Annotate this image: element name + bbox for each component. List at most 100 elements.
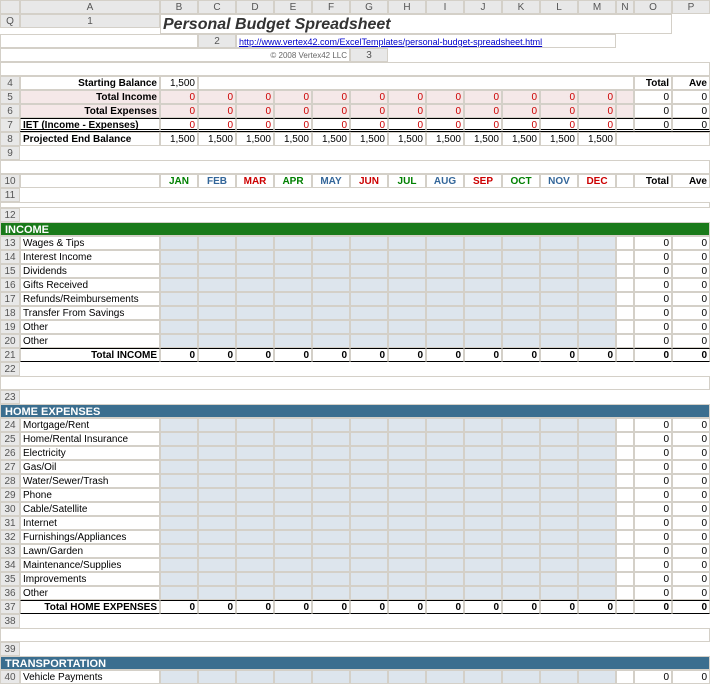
home-cell-4-11[interactable]: [578, 474, 616, 488]
col-header-F[interactable]: F: [312, 0, 350, 14]
home-cell-6-5[interactable]: [350, 502, 388, 516]
home-cell-8-3[interactable]: [274, 530, 312, 544]
income-cell-3-6[interactable]: [388, 278, 426, 292]
col-header-D[interactable]: D: [236, 0, 274, 14]
home-cell-10-11[interactable]: [578, 558, 616, 572]
home-cell-12-6[interactable]: [388, 586, 426, 600]
home-cell-7-2[interactable]: [236, 516, 274, 530]
home-cell-11-2[interactable]: [236, 572, 274, 586]
home-cell-12-1[interactable]: [198, 586, 236, 600]
income-cell-3-7[interactable]: [426, 278, 464, 292]
home-cell-2-5[interactable]: [350, 446, 388, 460]
home-cell-11-3[interactable]: [274, 572, 312, 586]
home-cell-5-5[interactable]: [350, 488, 388, 502]
row-header-16[interactable]: 16: [0, 278, 20, 292]
income-cell-7-7[interactable]: [426, 334, 464, 348]
income-cell-7-5[interactable]: [350, 334, 388, 348]
home-item-6[interactable]: Cable/Satellite: [20, 502, 160, 516]
income-cell-1-9[interactable]: [502, 250, 540, 264]
row-header-38[interactable]: 38: [0, 614, 20, 628]
home-cell-2-0[interactable]: [160, 446, 198, 460]
row-header-32[interactable]: 32: [0, 530, 20, 544]
home-cell-0-9[interactable]: [502, 418, 540, 432]
home-cell-3-4[interactable]: [312, 460, 350, 474]
income-cell-7-1[interactable]: [198, 334, 236, 348]
row-header-39[interactable]: 39: [0, 642, 20, 656]
row-header-12[interactable]: 12: [0, 208, 20, 222]
income-cell-1-1[interactable]: [198, 250, 236, 264]
row-header-14[interactable]: 14: [0, 250, 20, 264]
home-cell-0-6[interactable]: [388, 418, 426, 432]
home-cell-4-1[interactable]: [198, 474, 236, 488]
home-cell-12-11[interactable]: [578, 586, 616, 600]
home-cell-8-4[interactable]: [312, 530, 350, 544]
home-cell-4-3[interactable]: [274, 474, 312, 488]
income-cell-0-10[interactable]: [540, 236, 578, 250]
home-cell-2-6[interactable]: [388, 446, 426, 460]
home-cell-4-8[interactable]: [464, 474, 502, 488]
income-cell-6-2[interactable]: [236, 320, 274, 334]
home-cell-7-3[interactable]: [274, 516, 312, 530]
income-cell-5-3[interactable]: [274, 306, 312, 320]
row-header-21[interactable]: 21: [0, 348, 20, 362]
row-header-19[interactable]: 19: [0, 320, 20, 334]
income-cell-0-5[interactable]: [350, 236, 388, 250]
row-header-30[interactable]: 30: [0, 502, 20, 516]
income-cell-1-5[interactable]: [350, 250, 388, 264]
row-header-10[interactable]: 10: [0, 174, 20, 188]
income-item-5[interactable]: Transfer From Savings: [20, 306, 160, 320]
col-header-Q[interactable]: Q: [0, 14, 20, 28]
home-cell-5-9[interactable]: [502, 488, 540, 502]
home-cell-1-5[interactable]: [350, 432, 388, 446]
row-header-7[interactable]: 7: [0, 118, 20, 132]
row-header-18[interactable]: 18: [0, 306, 20, 320]
income-cell-7-11[interactable]: [578, 334, 616, 348]
home-cell-4-9[interactable]: [502, 474, 540, 488]
income-cell-3-11[interactable]: [578, 278, 616, 292]
home-cell-10-6[interactable]: [388, 558, 426, 572]
col-header-O[interactable]: O: [634, 0, 672, 14]
home-cell-6-10[interactable]: [540, 502, 578, 516]
home-cell-11-5[interactable]: [350, 572, 388, 586]
income-cell-1-7[interactable]: [426, 250, 464, 264]
home-cell-1-3[interactable]: [274, 432, 312, 446]
home-cell-5-11[interactable]: [578, 488, 616, 502]
home-cell-7-5[interactable]: [350, 516, 388, 530]
home-cell-4-2[interactable]: [236, 474, 274, 488]
home-cell-9-1[interactable]: [198, 544, 236, 558]
home-cell-5-10[interactable]: [540, 488, 578, 502]
home-cell-10-3[interactable]: [274, 558, 312, 572]
income-cell-7-2[interactable]: [236, 334, 274, 348]
home-cell-0-5[interactable]: [350, 418, 388, 432]
home-cell-0-11[interactable]: [578, 418, 616, 432]
home-cell-6-1[interactable]: [198, 502, 236, 516]
home-cell-5-7[interactable]: [426, 488, 464, 502]
home-cell-5-3[interactable]: [274, 488, 312, 502]
home-cell-7-10[interactable]: [540, 516, 578, 530]
home-cell-1-7[interactable]: [426, 432, 464, 446]
home-cell-11-9[interactable]: [502, 572, 540, 586]
transport-cell-0-2[interactable]: [236, 670, 274, 684]
home-cell-7-1[interactable]: [198, 516, 236, 530]
income-cell-2-8[interactable]: [464, 264, 502, 278]
home-cell-5-8[interactable]: [464, 488, 502, 502]
transport-cell-0-5[interactable]: [350, 670, 388, 684]
row-header-17[interactable]: 17: [0, 292, 20, 306]
income-cell-0-1[interactable]: [198, 236, 236, 250]
income-cell-2-6[interactable]: [388, 264, 426, 278]
col-header-N[interactable]: N: [616, 0, 634, 14]
home-item-2[interactable]: Electricity: [20, 446, 160, 460]
income-cell-6-8[interactable]: [464, 320, 502, 334]
home-item-4[interactable]: Water/Sewer/Trash: [20, 474, 160, 488]
home-cell-4-6[interactable]: [388, 474, 426, 488]
home-cell-9-2[interactable]: [236, 544, 274, 558]
income-cell-0-7[interactable]: [426, 236, 464, 250]
income-cell-7-4[interactable]: [312, 334, 350, 348]
home-cell-11-11[interactable]: [578, 572, 616, 586]
home-cell-1-2[interactable]: [236, 432, 274, 446]
income-cell-0-4[interactable]: [312, 236, 350, 250]
home-cell-10-5[interactable]: [350, 558, 388, 572]
home-cell-9-8[interactable]: [464, 544, 502, 558]
home-cell-5-2[interactable]: [236, 488, 274, 502]
starting-balance-value[interactable]: 1,500: [160, 76, 198, 90]
